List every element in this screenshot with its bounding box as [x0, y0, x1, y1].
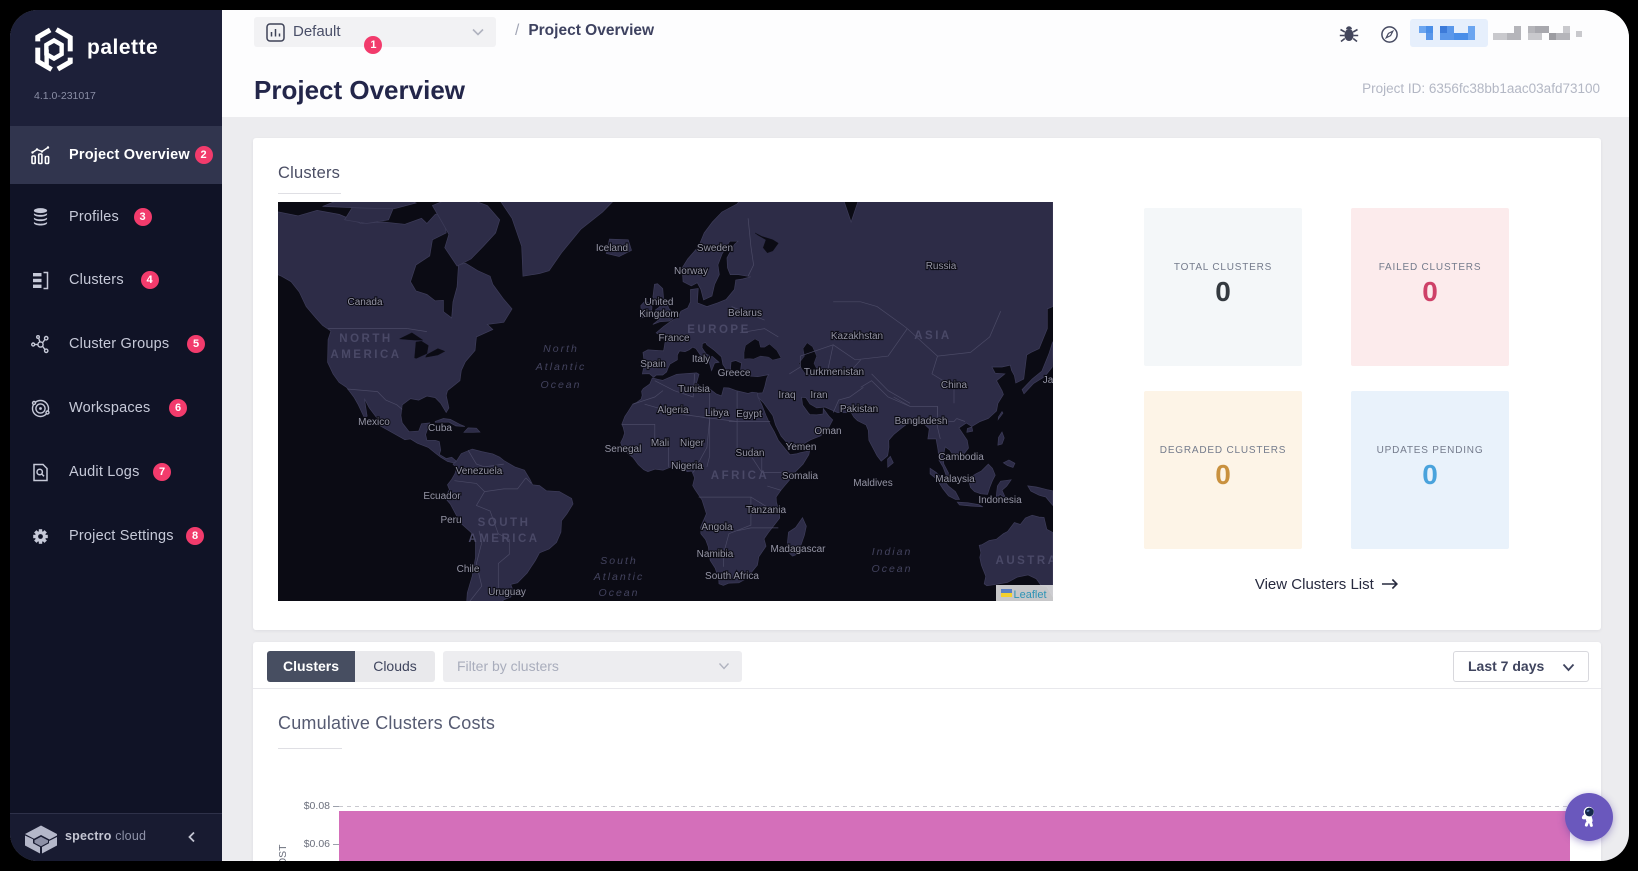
- svg-text:Iran: Iran: [810, 390, 827, 401]
- svg-text:Ecuador: Ecuador: [423, 491, 461, 502]
- svg-text:AMERICA: AMERICA: [330, 349, 401, 361]
- svg-text:Sweden: Sweden: [697, 243, 733, 254]
- svg-text:China: China: [941, 380, 968, 391]
- svg-text:Norway: Norway: [674, 266, 708, 277]
- svg-text:Russia: Russia: [926, 261, 957, 272]
- svg-text:AUSTRALIA: AUSTRALIA: [996, 555, 1053, 567]
- svg-text:Yemen: Yemen: [786, 442, 817, 453]
- svg-text:Mali: Mali: [651, 438, 669, 449]
- svg-text:Atlantic: Atlantic: [593, 571, 644, 583]
- svg-text:Maldives: Maldives: [853, 478, 892, 489]
- svg-text:Canada: Canada: [347, 297, 382, 308]
- svg-text:Cuba: Cuba: [428, 423, 452, 434]
- svg-text:Kazakhstan: Kazakhstan: [831, 331, 883, 342]
- svg-text:NORTH: NORTH: [339, 333, 392, 345]
- svg-text:Italy: Italy: [692, 354, 710, 365]
- svg-text:ASIA: ASIA: [914, 330, 951, 342]
- svg-text:Libya: Libya: [705, 408, 729, 419]
- svg-text:Mexico: Mexico: [358, 417, 390, 428]
- svg-text:Sudan: Sudan: [736, 448, 765, 459]
- svg-text:Peru: Peru: [440, 515, 461, 526]
- svg-text:Leaflet: Leaflet: [1013, 589, 1046, 601]
- svg-text:Cambodia: Cambodia: [938, 452, 984, 463]
- svg-text:Namibia: Namibia: [697, 549, 734, 560]
- svg-text:Belarus: Belarus: [728, 308, 762, 319]
- svg-text:Algeria: Algeria: [657, 405, 689, 416]
- svg-text:Venezuela: Venezuela: [456, 466, 503, 477]
- svg-text:Senegal: Senegal: [605, 444, 642, 455]
- svg-text:Egypt: Egypt: [736, 409, 762, 420]
- svg-text:Tanzania: Tanzania: [746, 505, 786, 516]
- svg-text:Malaysia: Malaysia: [935, 474, 975, 485]
- svg-text:Angola: Angola: [701, 522, 733, 533]
- svg-text:Chile: Chile: [457, 564, 480, 575]
- svg-text:France: France: [658, 333, 690, 344]
- svg-text:Indonesia: Indonesia: [978, 495, 1022, 506]
- svg-text:Spain: Spain: [640, 359, 666, 370]
- svg-text:Pakistan: Pakistan: [840, 404, 878, 415]
- svg-text:South Africa: South Africa: [705, 571, 759, 582]
- svg-text:Ocean: Ocean: [872, 563, 913, 575]
- svg-text:Turkmenistan: Turkmenistan: [804, 367, 864, 378]
- svg-text:Niger: Niger: [680, 438, 705, 449]
- svg-text:Somalia: Somalia: [782, 471, 819, 482]
- svg-text:Ja: Ja: [1043, 375, 1053, 386]
- svg-text:Iraq: Iraq: [778, 390, 795, 401]
- svg-text:AMERICA: AMERICA: [468, 533, 539, 545]
- svg-text:Bangladesh: Bangladesh: [895, 416, 948, 427]
- svg-text:South: South: [600, 555, 637, 567]
- svg-text:Nigeria: Nigeria: [671, 461, 703, 472]
- svg-text:Ocean: Ocean: [599, 587, 640, 599]
- svg-text:United: United: [645, 297, 674, 308]
- svg-text:Iceland: Iceland: [596, 243, 628, 254]
- svg-text:North: North: [543, 343, 579, 355]
- svg-text:Atlantic: Atlantic: [535, 361, 586, 373]
- svg-text:Greece: Greece: [718, 368, 751, 379]
- svg-text:Oman: Oman: [814, 426, 841, 437]
- svg-text:SOUTH: SOUTH: [478, 517, 531, 529]
- svg-text:Ocean: Ocean: [541, 379, 582, 391]
- svg-text:Madagascar: Madagascar: [770, 544, 826, 555]
- svg-text:AFRICA: AFRICA: [711, 470, 769, 482]
- svg-text:EUROPE: EUROPE: [687, 324, 751, 336]
- svg-text:Uruguay: Uruguay: [488, 587, 526, 598]
- svg-text:Indian: Indian: [872, 546, 913, 558]
- svg-text:Tunisia: Tunisia: [678, 384, 710, 395]
- svg-text:Kingdom: Kingdom: [639, 309, 678, 320]
